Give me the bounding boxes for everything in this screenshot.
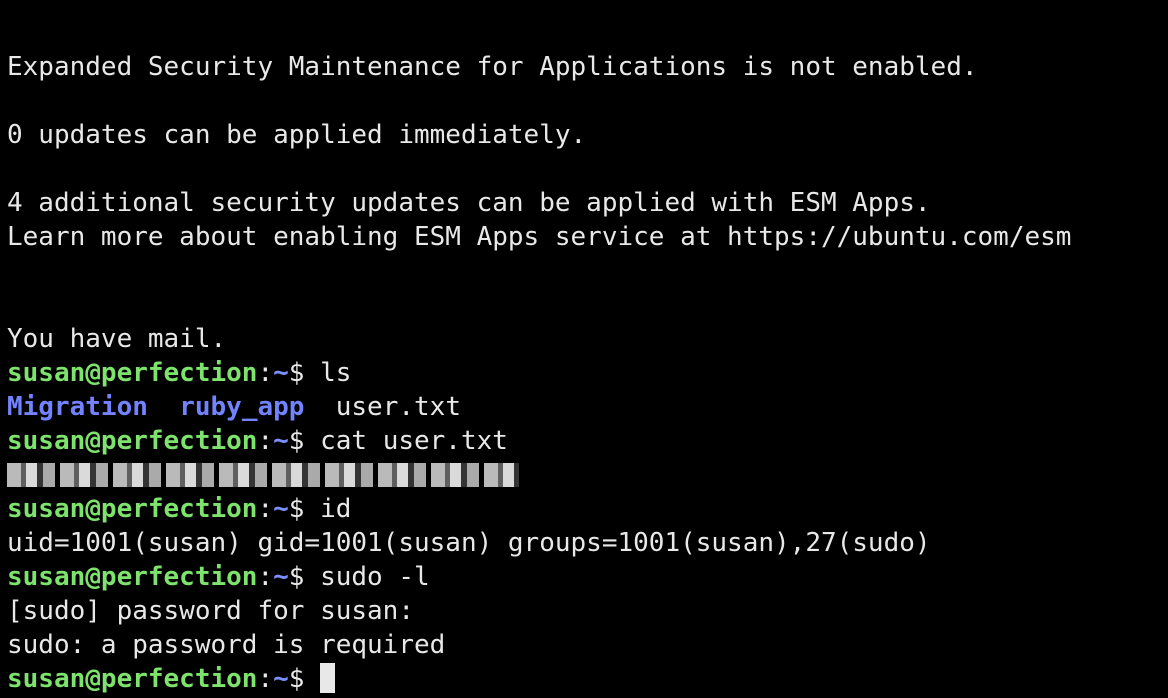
prompt-path: ~ — [273, 562, 289, 592]
prompt-separator: : — [257, 358, 274, 388]
sudo-error-line: sudo: a password is required — [7, 630, 446, 660]
prompt-separator: : — [257, 562, 274, 592]
directory-entry: ruby_app — [179, 392, 305, 422]
command-text: sudo -l — [320, 562, 430, 592]
motd-updates-line: 0 updates can be applied immediately. — [7, 120, 587, 150]
mail-notice: You have mail. — [7, 324, 227, 354]
prompt-symbol: $ — [288, 664, 321, 694]
id-output-line: uid=1001(susan) gid=1001(susan) groups=1… — [7, 528, 931, 558]
command-text: cat user.txt — [320, 426, 508, 456]
prompt-symbol: $ — [288, 562, 321, 592]
text-cursor[interactable] — [320, 662, 336, 693]
motd-esm-line: Expanded Security Maintenance for Applic… — [7, 52, 978, 82]
prompt-user-host: susan@perfection — [7, 664, 258, 694]
prompt-line-sudo: susan@perfection:~$ sudo -l — [7, 560, 430, 594]
active-prompt-line[interactable]: susan@perfection:~$ — [7, 662, 336, 696]
prompt-separator: : — [257, 664, 274, 694]
prompt-line-id: susan@perfection:~$ id — [7, 492, 351, 526]
prompt-line-ls: susan@perfection:~$ ls — [7, 356, 351, 390]
redacted-flag-line — [7, 456, 519, 490]
prompt-user-host: susan@perfection — [7, 494, 258, 524]
prompt-symbol: $ — [288, 358, 321, 388]
prompt-user-host: susan@perfection — [7, 358, 258, 388]
prompt-path: ~ — [273, 664, 289, 694]
redacted-content — [7, 463, 519, 487]
prompt-path: ~ — [273, 358, 289, 388]
directory-entry: Migration — [7, 392, 148, 422]
command-text: id — [320, 494, 352, 524]
sudo-password-prompt: [sudo] password for susan: — [7, 596, 414, 626]
prompt-separator: : — [257, 426, 274, 456]
ls-output-line: Migration ruby_app user.txt — [7, 390, 461, 424]
file-entry: user.txt — [335, 392, 461, 422]
prompt-symbol: $ — [288, 426, 321, 456]
motd-learn-line: Learn more about enabling ESM Apps servi… — [7, 222, 1072, 252]
command-text: ls — [320, 358, 352, 388]
prompt-path: ~ — [273, 426, 289, 456]
prompt-user-host: susan@perfection — [7, 562, 258, 592]
prompt-user-host: susan@perfection — [7, 426, 258, 456]
prompt-symbol: $ — [288, 494, 321, 524]
prompt-line-cat: susan@perfection:~$ cat user.txt — [7, 424, 508, 458]
terminal-window[interactable]: Expanded Security Maintenance for Applic… — [0, 0, 1168, 698]
motd-security-line: 4 additional security updates can be app… — [7, 188, 931, 218]
prompt-separator: : — [257, 494, 274, 524]
prompt-path: ~ — [273, 494, 289, 524]
